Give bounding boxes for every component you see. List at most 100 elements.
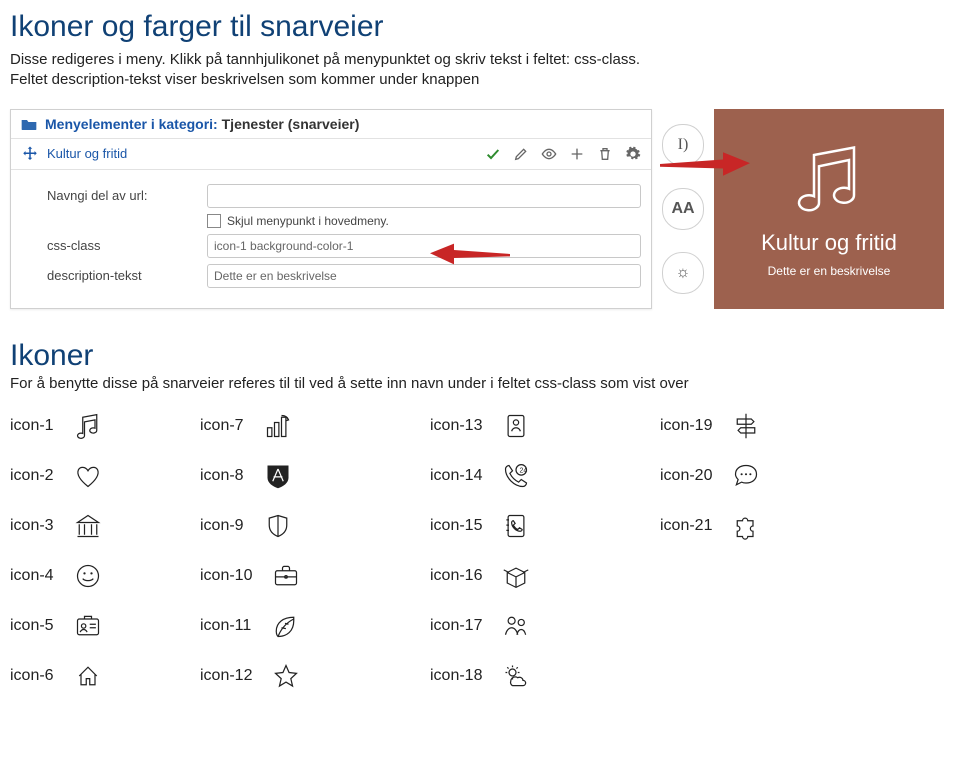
desc-label: description-tekst [47,268,197,283]
move-handle-icon[interactable] [21,145,39,163]
icon-6-cell: icon-6 [10,662,200,690]
section-sub: For å benytte disse på snarveier referes… [10,375,950,392]
page-title: Ikoner og farger til snarveier [10,10,950,44]
trash-icon[interactable] [597,146,613,162]
intro-line-1: Disse redigeres i meny. Klikk på tannhju… [10,51,640,68]
contrast-button[interactable]: ☼ [662,252,704,294]
item-title[interactable]: Kultur og fritid [47,146,485,161]
puzzle-icon [732,512,760,540]
icon-21-label: icon-21 [660,517,712,535]
css-label: css-class [47,238,197,253]
eye-icon[interactable] [541,146,557,162]
icon-11-cell: icon-11 [200,612,430,640]
plus-icon[interactable] [569,146,585,162]
icon-11-label: icon-11 [200,617,251,635]
icon-17-cell: icon-17 [430,612,660,640]
icon-3-label: icon-3 [10,517,54,535]
icon-8-label: icon-8 [200,467,244,485]
icon-13-cell: icon-13 [430,412,660,440]
icon-16-cell: icon-16 [430,562,660,590]
icon-8-cell: icon-8 [200,462,430,490]
icon-1-label: icon-1 [10,417,54,435]
pencil-icon[interactable] [513,146,529,162]
icon-19-cell: icon-19 [660,412,860,440]
item-bar: Kultur og fritid [11,139,651,170]
icon-13-label: icon-13 [430,417,482,435]
icon-16-label: icon-16 [430,567,482,585]
shortcut-tile[interactable]: Kultur og fritid Dette er en beskrivelse [714,109,944,309]
bank-icon [74,512,102,540]
shield-icon [264,512,292,540]
signpost-icon [732,412,760,440]
checkbox-label: Skjul menypunkt i hovedmeny. [227,214,389,228]
icon-10-cell: icon-10 [200,562,430,590]
admin-header-text: Menyelementer i kategori: Tjenester (sna… [45,116,359,132]
id-card-icon [502,412,530,440]
icon-3-cell: icon-3 [10,512,200,540]
icon-10-label: icon-10 [200,567,252,585]
category-name: Tjenester (snarveier) [222,116,360,132]
shield-badge-icon [264,462,292,490]
badge-id-icon [74,612,102,640]
icon-14-cell: icon-14 24 [430,462,660,490]
leaf-icon [271,612,299,640]
folder-icon [21,117,37,131]
icon-12-label: icon-12 [200,667,252,685]
check-icon[interactable] [485,146,501,162]
heart-icon [74,462,102,490]
icon-18-label: icon-18 [430,667,482,685]
hide-checkbox-row[interactable]: Skjul menypunkt i hovedmeny. [207,214,641,228]
chat-bubble-icon [732,462,760,490]
icon-7-label: icon-7 [200,417,244,435]
chart-icon [264,412,292,440]
icon-20-label: icon-20 [660,467,712,485]
section-title: Ikoner [10,339,950,373]
people-icon [502,612,530,640]
url-input[interactable] [207,184,641,208]
intro-line-2: Feltet description-tekst viser beskrivel… [10,71,479,88]
css-input[interactable]: icon-1 background-color-1 [207,234,641,258]
icon-1-cell: icon-1 [10,412,200,440]
icon-9-cell: icon-9 [200,512,430,540]
icon-6-label: icon-6 [10,667,54,685]
music-icon [74,412,102,440]
red-arrow-bottom [430,241,510,267]
icon-17-label: icon-17 [430,617,482,635]
phonebook-icon [502,512,530,540]
open-box-icon [502,562,530,590]
red-arrow-top [660,149,750,179]
icon-14-label: icon-14 [430,467,482,485]
icon-2-cell: icon-2 [10,462,200,490]
intro-text: Disse redigeres i meny. Klikk på tannhju… [10,50,950,91]
icon-15-label: icon-15 [430,517,482,535]
briefcase-icon [272,562,300,590]
music-note-icon [789,140,869,220]
form-area: Navngi del av url: Skjul menypunkt i hov… [11,170,651,308]
icon-19-label: icon-19 [660,417,712,435]
admin-panel: Menyelementer i kategori: Tjenester (sna… [10,109,652,309]
tile-title: Kultur og fritid [761,230,897,256]
icon-5-label: icon-5 [10,617,54,635]
item-actions [485,146,641,162]
tile-desc: Dette er en beskrivelse [768,264,891,278]
weather-icon [502,662,530,690]
house-icon [74,662,102,690]
icon-grid: icon-1 icon-7 icon-13 icon-19 icon-2 ico… [10,412,950,690]
phone-24-icon: 24 [502,462,530,490]
icon-15-cell: icon-15 [430,512,660,540]
category-prefix: Menyelementer i kategori: [45,116,218,132]
icon-2-label: icon-2 [10,467,54,485]
desc-input[interactable]: Dette er en beskrivelse [207,264,641,288]
side-buttons: I) AA ☼ [662,109,704,309]
icon-12-cell: icon-12 [200,662,430,690]
smiley-icon [74,562,102,590]
icon-20-cell: icon-20 [660,462,860,490]
gear-icon[interactable] [625,146,641,162]
icon-5-cell: icon-5 [10,612,200,640]
checkbox-icon[interactable] [207,214,221,228]
text-size-button[interactable]: AA [662,188,704,230]
icon-7-cell: icon-7 [200,412,430,440]
icon-4-cell: icon-4 [10,562,200,590]
icon-9-label: icon-9 [200,517,244,535]
icon-4-label: icon-4 [10,567,54,585]
